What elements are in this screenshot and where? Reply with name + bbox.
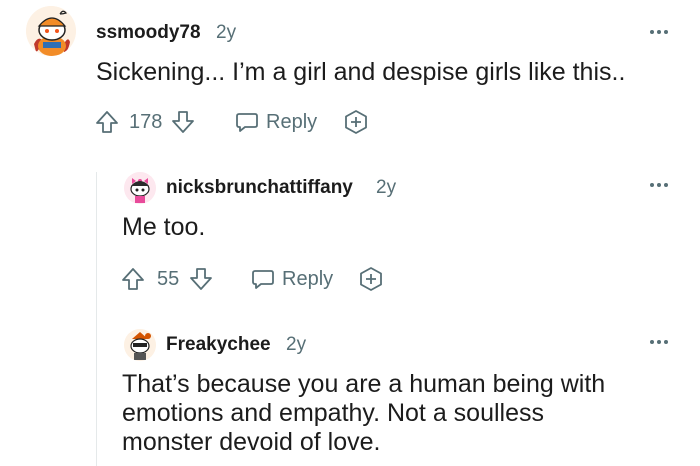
more-horizontal-icon (650, 340, 654, 344)
speech-bubble-icon (236, 113, 258, 132)
comment-body-line: That’s because you are a human being wit… (122, 370, 606, 398)
avatar[interactable] (124, 172, 156, 204)
username[interactable]: ssmoody78 (96, 22, 201, 44)
score: 55 (157, 265, 179, 293)
comment-body-line: emotions and empathy. Not a soulless (122, 399, 544, 427)
snoo-avatar-icon (26, 6, 76, 56)
snoo-avatar-icon (124, 172, 156, 204)
more-options-button[interactable] (650, 28, 672, 36)
timestamp: 2y (216, 22, 237, 43)
comment-body: Me too. (122, 213, 206, 241)
reply-button[interactable]: Reply (250, 265, 333, 293)
speech-bubble-icon (252, 270, 274, 289)
comment-body: That’s because you are a human being wit… (122, 370, 605, 457)
plus-circle-icon (345, 110, 367, 134)
more-horizontal-icon (650, 30, 654, 34)
reply-label: Reply (282, 267, 334, 290)
reply-button[interactable]: Reply (234, 108, 317, 136)
upvote-button[interactable] (94, 108, 120, 136)
more-horizontal-icon (650, 183, 654, 187)
award-button[interactable] (357, 265, 385, 293)
username[interactable]: nicksbrunchattiffany (166, 177, 353, 199)
comment-actions: 178 Reply (94, 108, 394, 136)
username[interactable]: Freakychee (166, 334, 271, 356)
arrow-down-icon (172, 111, 194, 133)
avatar[interactable] (26, 6, 76, 56)
more-options-button[interactable] (650, 181, 672, 189)
more-options-button[interactable] (650, 338, 672, 346)
downvote-button[interactable] (188, 265, 214, 293)
thread-line-level-1 (96, 172, 97, 466)
timestamp: 2y (286, 334, 307, 355)
snoo-avatar-icon (124, 329, 156, 361)
award-button[interactable] (342, 108, 370, 136)
upvote-button[interactable] (120, 265, 146, 293)
vote-count: 55 (157, 267, 180, 290)
avatar[interactable] (124, 329, 156, 361)
comment-actions: 55 Reply (120, 265, 420, 293)
vote-count: 178 (129, 110, 163, 133)
reply-label: Reply (266, 110, 318, 133)
timestamp: 2y (376, 177, 397, 198)
arrow-up-icon (96, 111, 118, 133)
arrow-down-icon (190, 268, 212, 290)
arrow-up-icon (122, 268, 144, 290)
plus-circle-icon (360, 267, 382, 291)
comment-body: Sickening... I’m a girl and despise girl… (96, 58, 626, 86)
score: 178 (129, 108, 162, 136)
downvote-button[interactable] (170, 108, 196, 136)
comment-body-line: monster devoid of love. (122, 428, 381, 456)
